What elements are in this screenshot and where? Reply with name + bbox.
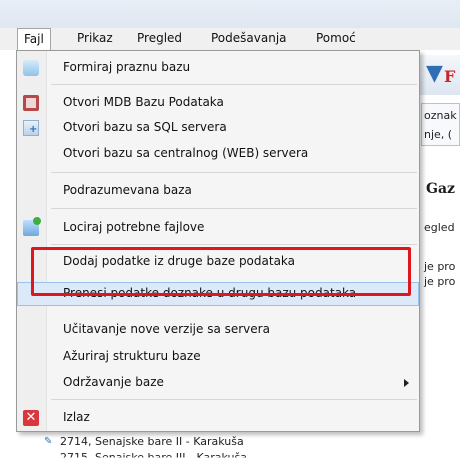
window-titlebar — [0, 0, 460, 28]
background-tree: ✎ 2714, Senajske bare II - Karakuša 2715… — [40, 430, 340, 459]
sql-server-icon — [23, 120, 39, 136]
menu-separator — [51, 208, 417, 209]
menu-item-formiraj-praznu-bazu[interactable]: Formiraj praznu bazu — [17, 56, 419, 80]
menu-item-odrzavanje-baze[interactable]: Održavanje baze — [17, 371, 419, 395]
menu-item-podrazumevana-baza[interactable]: Podrazumevana baza — [17, 179, 419, 203]
pen-icon: ✎ — [44, 436, 53, 447]
background-text-3: je pro — [424, 275, 456, 288]
menu-separator — [51, 172, 417, 173]
new-database-icon — [23, 60, 39, 76]
menu-podesavanja[interactable]: Podešavanja — [211, 31, 287, 45]
menu-item-lociraj-fajlove[interactable]: Lociraj potrebne fajlove — [17, 216, 419, 240]
menu-item-azuriraj-strukturu[interactable]: Ažuriraj strukturu baze — [17, 345, 419, 369]
fajl-dropdown-menu: Formiraj praznu bazu Otvori MDB Bazu Pod… — [16, 50, 420, 432]
menu-separator — [51, 399, 417, 400]
tree-item[interactable]: 2715, Senajske bare III - Karakuša — [60, 451, 247, 458]
locate-files-icon — [23, 217, 41, 236]
red-highlight-callout — [31, 247, 411, 296]
background-tab-text-1: oznak — [424, 109, 457, 122]
menu-prikaz[interactable]: Prikaz — [77, 31, 113, 45]
background-text-2: je pro — [424, 260, 456, 273]
mdb-database-icon — [23, 95, 39, 111]
background-heading: Gaz — [426, 181, 455, 197]
menu-separator — [51, 244, 417, 245]
exit-icon: ✕ — [23, 410, 39, 426]
tree-item[interactable]: 2714, Senajske bare II - Karakuša — [60, 435, 244, 448]
menu-item-otvori-mdb[interactable]: Otvori MDB Bazu Podataka — [17, 91, 419, 115]
menu-item-izlaz[interactable]: ✕ Izlaz — [17, 406, 419, 430]
menu-item-otvori-sql[interactable]: Otvori bazu sa SQL servera — [17, 116, 419, 140]
menu-bar: Fajl Prikaz Pregled Podešavanja Pomoć — [0, 28, 460, 51]
menu-fajl[interactable]: Fajl — [17, 28, 51, 51]
app-logo-icon: ▼ F — [426, 60, 456, 86]
menu-separator — [51, 84, 417, 85]
background-text-1: egled — [424, 221, 455, 234]
menu-pomoc[interactable]: Pomoć — [316, 31, 356, 45]
menu-item-ucitavanje-nove-verzije[interactable]: Učitavanje nove verzije sa servera — [17, 318, 419, 342]
menu-pregled[interactable]: Pregled — [137, 31, 182, 45]
background-tab-text-2: nje, ( — [424, 128, 453, 141]
menu-item-otvori-web[interactable]: Otvori bazu sa centralnog (WEB) servera — [17, 142, 419, 166]
submenu-arrow-icon — [404, 379, 409, 387]
